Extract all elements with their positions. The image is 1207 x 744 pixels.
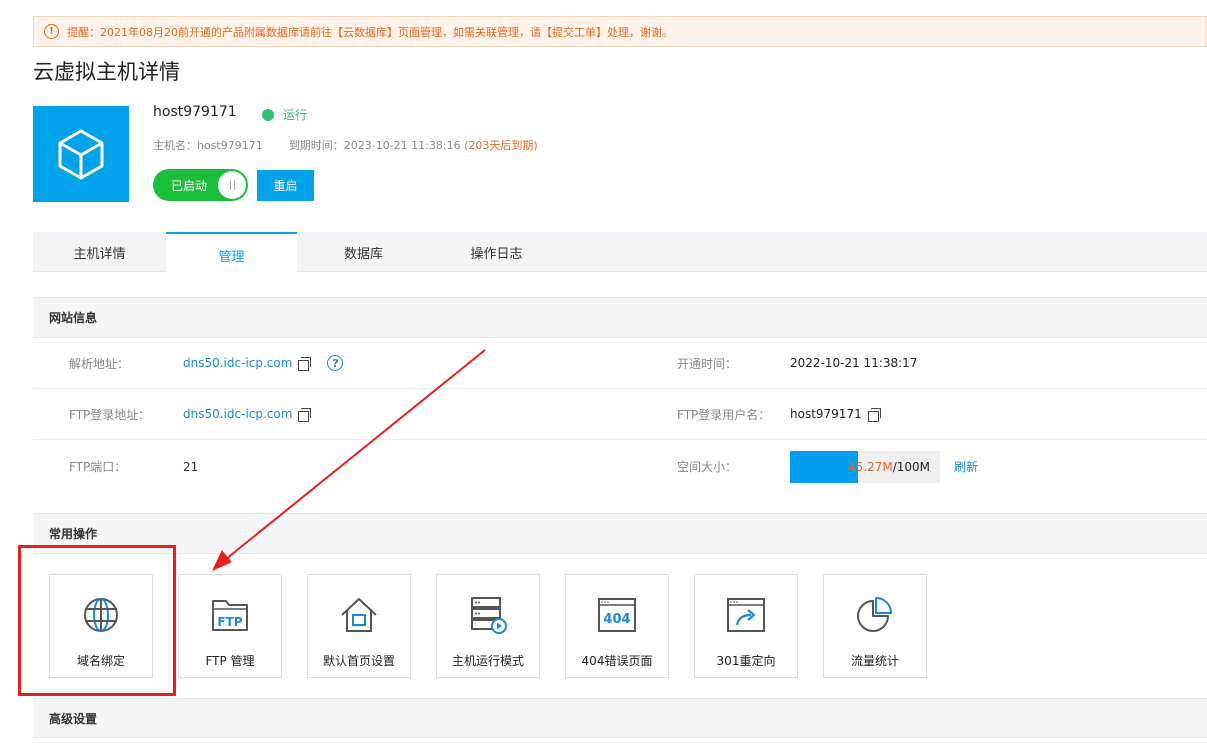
server-play-icon: [471, 597, 507, 634]
op-label: 404错误页面: [581, 654, 653, 668]
space-size-label: 空间大小：: [677, 460, 738, 474]
dns-link[interactable]: dns50.idc-icp.com: [183, 356, 292, 370]
ftp-user-label: FTP登录用户名：: [677, 407, 771, 422]
redirect-icon: [727, 598, 765, 632]
op-label: 301重定向: [716, 654, 776, 668]
info-row: FTP端口： 21 空间大小： 45.27M/100M 刷新: [33, 440, 1207, 493]
help-icon[interactable]: ?: [327, 355, 344, 371]
tab-host-details[interactable]: 主机详情: [33, 232, 166, 272]
dns-label: 解析地址：: [69, 356, 130, 371]
space-used: 45.27M: [847, 459, 893, 474]
tab-manage[interactable]: 管理: [166, 232, 297, 273]
op-default-homepage[interactable]: 默认首页设置: [307, 574, 411, 678]
host-name: host979171: [153, 104, 237, 120]
copy-icon[interactable]: [867, 407, 881, 422]
op-301-redirect[interactable]: 301重定向: [694, 574, 798, 678]
status-badge: 运行: [262, 106, 307, 123]
ftp-port-value: 21: [183, 459, 199, 474]
advanced-settings-header: 高级设置: [33, 698, 1207, 738]
info-row: 解析地址： dns50.idc-icp.com ? 开通时间： 2022-10-…: [33, 338, 1207, 389]
space-usage-text: 45.27M/100M: [848, 460, 930, 474]
tab-bar: 主机详情 管理 数据库 操作日志: [33, 232, 1207, 273]
open-time-value: 2022-10-21 11:38:17: [790, 356, 918, 370]
op-404-page[interactable]: 404 404错误页面: [565, 574, 669, 678]
op-label: 流量统计: [850, 654, 899, 668]
common-ops-grid: 域名绑定 FTP FTP 管理 默认首页设置 主机运行模式 404 404错误页…: [49, 574, 952, 678]
expire-note: (203天后到期): [464, 139, 538, 152]
op-domain-binding[interactable]: 域名绑定: [49, 574, 153, 678]
home-icon: [341, 598, 377, 632]
hostname-label: 主机名：: [153, 139, 197, 152]
ftp-user-text: host979171: [790, 407, 862, 421]
expire-label: 到期时间：: [288, 139, 344, 152]
dns-value: dns50.idc-icp.com ?: [183, 338, 344, 388]
refresh-link[interactable]: 刷新: [954, 458, 978, 475]
pie-chart-icon: [857, 597, 892, 632]
svg-text:FTP: FTP: [217, 615, 242, 629]
copy-icon[interactable]: [298, 356, 312, 371]
status-text: 运行: [283, 108, 308, 122]
globe-icon: [84, 598, 118, 632]
notice-text: 提醒：2021年08月20前开通的产品附属数据库请前往【云数据库】页面管理，如需…: [67, 25, 673, 39]
ftp-address-link[interactable]: dns50.idc-icp.com: [183, 407, 292, 421]
404-page-icon: 404: [598, 598, 636, 632]
op-label: FTP 管理: [205, 654, 255, 668]
page-title: 云虚拟主机详情: [33, 60, 180, 84]
toggle-knob: [218, 171, 246, 199]
ftp-folder-icon: FTP: [212, 600, 248, 631]
svg-text:404: 404: [603, 612, 630, 627]
op-ftp-manage[interactable]: FTP FTP 管理: [178, 574, 282, 678]
op-label: 域名绑定: [76, 654, 125, 668]
ftp-port-label: FTP端口：: [69, 460, 127, 474]
tab-operation-log[interactable]: 操作日志: [430, 232, 563, 272]
host-logo: [33, 106, 129, 202]
info-row: FTP登录地址： dns50.idc-icp.com FTP登录用户名： hos…: [33, 389, 1207, 440]
ftp-user-value: host979171: [790, 389, 881, 439]
ftp-address-label: FTP登录地址：: [69, 407, 151, 422]
ftp-address-value: dns50.idc-icp.com: [183, 389, 312, 439]
notice-bar: ! 提醒：2021年08月20前开通的产品附属数据库请前往【云数据库】页面管理，…: [33, 16, 1207, 47]
op-label: 默认首页设置: [322, 654, 395, 668]
warning-circle-icon: !: [44, 24, 59, 39]
power-toggle[interactable]: 已启动: [153, 169, 248, 201]
status-dot-icon: [262, 108, 274, 121]
copy-icon[interactable]: [298, 407, 312, 422]
power-toggle-label: 已启动: [171, 178, 208, 193]
open-time-label: 开通时间：: [677, 356, 738, 371]
space-usage-bar: 45.27M/100M: [790, 450, 940, 483]
space-size-value: 45.27M/100M 刷新: [790, 440, 978, 493]
tab-database[interactable]: 数据库: [297, 232, 430, 272]
host-meta: 主机名：host979171 到期时间：2023-10-21 11:38:16 (…: [153, 137, 538, 153]
op-label: 主机运行模式: [451, 654, 524, 668]
restart-button[interactable]: 重启: [257, 170, 314, 201]
expire-time: 2023-10-21 11:38:16: [343, 139, 461, 152]
cube-icon: [58, 129, 104, 180]
op-traffic-stats[interactable]: 流量统计: [823, 574, 927, 678]
site-info-header: 网站信息: [33, 297, 1207, 338]
hostname-value: host979171: [197, 139, 263, 152]
space-total: 100M: [896, 459, 930, 474]
op-host-run-mode[interactable]: 主机运行模式: [436, 574, 540, 678]
common-ops-header: 常用操作: [33, 513, 1207, 554]
